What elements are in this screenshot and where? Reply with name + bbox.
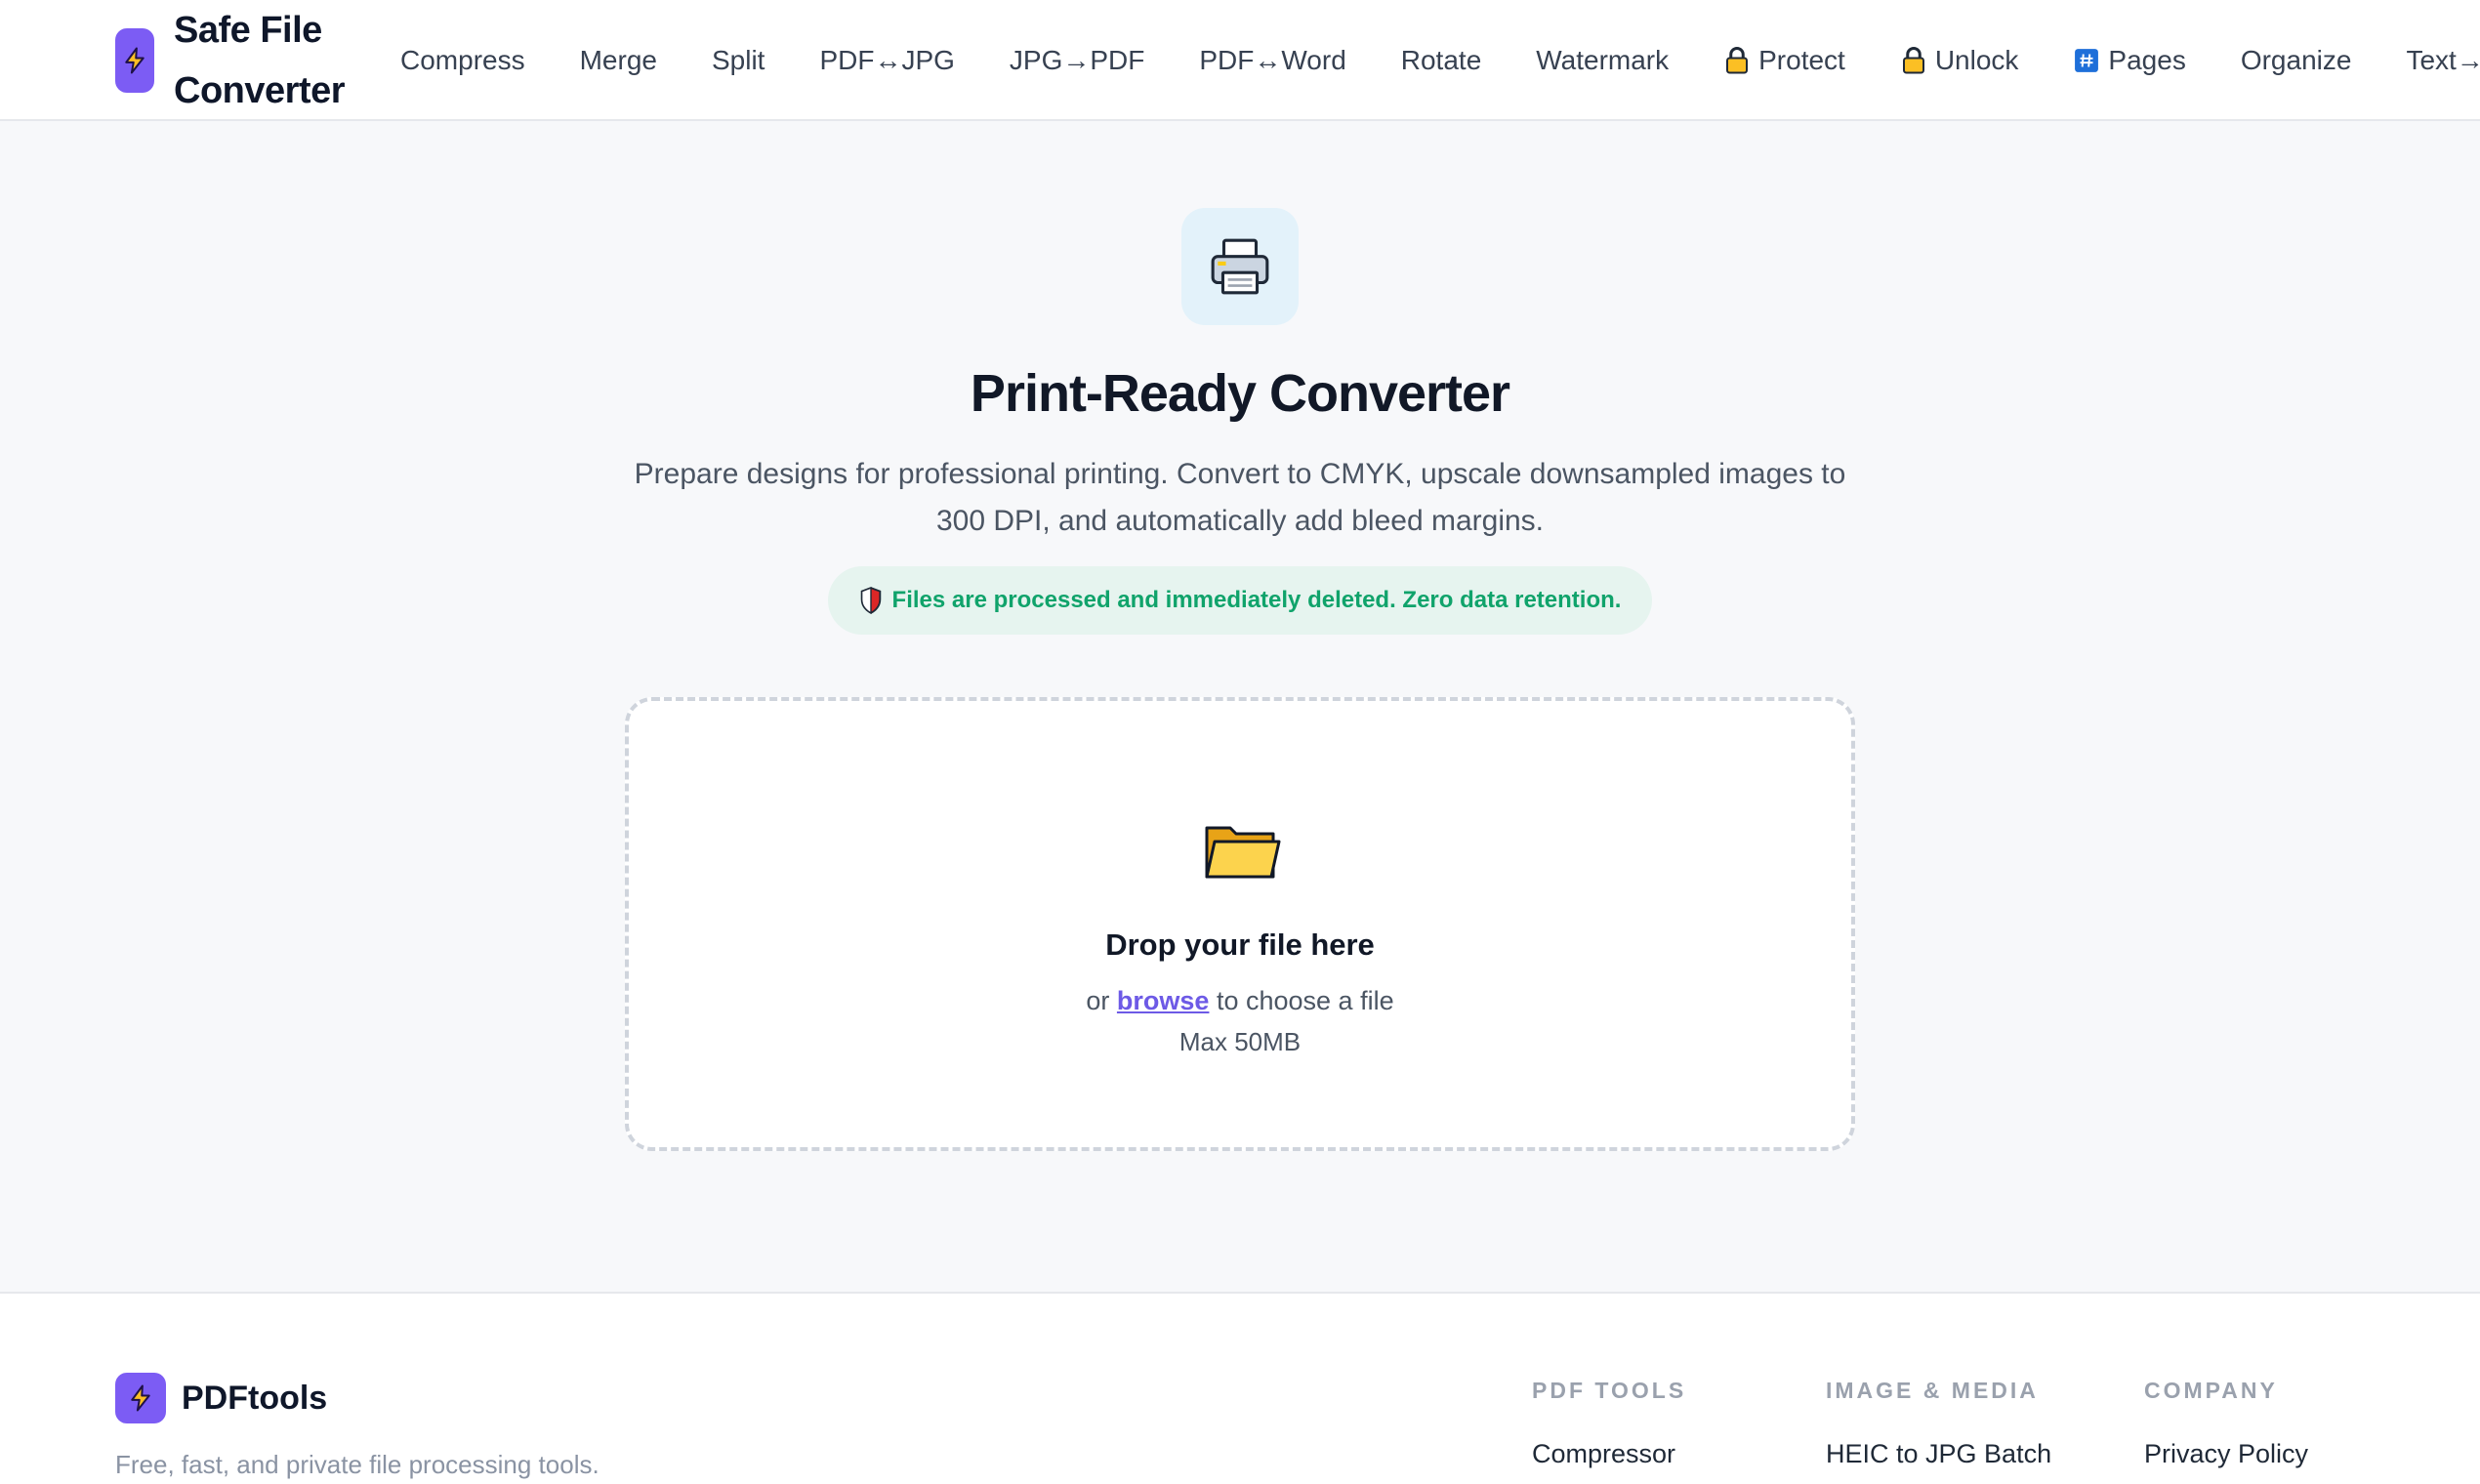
privacy-badge: Files are processed and immediately dele… <box>828 566 1652 635</box>
nav-label: PDF↔Word <box>1199 45 1346 75</box>
nav-rotate[interactable]: Rotate <box>1401 45 1482 76</box>
nav-label: Protect <box>1758 45 1845 75</box>
privacy-text: Files are processed and immediately dele… <box>891 587 1622 613</box>
footer-tagline: Free, fast, and private file processing … <box>115 1450 599 1479</box>
nav-split[interactable]: Split <box>712 45 765 76</box>
dropzone-prefix: or <box>1086 986 1110 1015</box>
nav-label: Merge <box>579 45 657 75</box>
footer-link-compressor[interactable]: Compressor <box>1532 1439 1686 1469</box>
nav-watermark[interactable]: Watermark <box>1536 45 1669 76</box>
dropzone-suffix: to choose a file <box>1216 986 1394 1015</box>
nav-pdf-jpg[interactable]: PDF↔JPG <box>819 45 954 76</box>
brand[interactable]: Safe File Converter <box>115 0 369 119</box>
lightning-bolt-icon <box>115 28 154 93</box>
footer-col-title: IMAGE & MEDIA <box>1826 1378 2039 1403</box>
file-dropzone[interactable]: Drop your file here or browse to choose … <box>625 697 1855 1151</box>
lock-icon <box>1723 46 1751 75</box>
lightning-bolt-icon <box>115 1373 166 1423</box>
folder-icon <box>1205 826 1281 879</box>
footer-col-title: PDF TOOLS <box>1532 1378 1687 1403</box>
footer: PDFtools Free, fast, and private file pr… <box>0 1292 2480 1484</box>
nav-text-pdf[interactable]: Text→PDF <box>2406 45 2480 76</box>
top-navbar: Safe File Converter Compress Merge Split… <box>0 0 2480 121</box>
nav-label: Split <box>711 45 765 75</box>
nav-label: PDF↔JPG <box>819 45 955 75</box>
nav-label: Compress <box>400 45 525 75</box>
shield-icon <box>860 587 881 614</box>
dropzone-title: Drop your file here <box>1105 928 1375 962</box>
nav-label: Unlock <box>1934 45 2019 75</box>
max-file-size: Max 50MB <box>1178 1027 1302 1056</box>
footer-col-image-media: IMAGE & MEDIA HEIC to JPG Batch <box>1826 1378 2051 1469</box>
nav-pdf-word[interactable]: PDF↔Word <box>1199 45 1345 76</box>
nav-label: Organize <box>2240 45 2352 75</box>
footer-col-company: COMPANY Privacy Policy <box>2144 1378 2308 1469</box>
nav-label: Watermark <box>1536 45 1670 75</box>
lock-icon <box>1900 46 1927 75</box>
nav-pages[interactable]: Pages <box>2073 45 2186 76</box>
nav-protect[interactable]: Protect <box>1723 45 1845 76</box>
printer-icon <box>1181 208 1299 325</box>
page-title: Print-Ready Converter <box>970 364 1510 423</box>
nav-jpg-pdf[interactable]: JPG→PDF <box>1010 45 1144 76</box>
footer-link-privacy-policy[interactable]: Privacy Policy <box>2144 1439 2308 1469</box>
main-nav: Compress Merge Split PDF↔JPG JPG→PDF PDF… <box>400 0 2480 119</box>
nav-unlock[interactable]: Unlock <box>1900 45 2019 76</box>
footer-brand[interactable]: PDFtools <box>115 1373 327 1423</box>
dropzone-hint: or browse to choose a file <box>629 986 1851 1016</box>
page-description: Prepare designs for professional printin… <box>634 458 1846 537</box>
footer-col-pdf-tools: PDF TOOLS Compressor <box>1532 1378 1686 1469</box>
nav-merge[interactable]: Merge <box>580 45 657 76</box>
footer-brand-name: PDFtools <box>182 1379 328 1417</box>
nav-label: Text→PDF <box>2406 45 2480 75</box>
browse-link[interactable]: browse <box>1117 986 1210 1015</box>
footer-link-heic-to-jpg[interactable]: HEIC to JPG Batch <box>1826 1439 2051 1469</box>
nav-organize[interactable]: Organize <box>2241 45 2352 76</box>
nav-label: Rotate <box>1400 45 1482 75</box>
nav-label: Pages <box>2108 45 2186 75</box>
footer-col-title: COMPANY <box>2144 1378 2278 1403</box>
nav-label: JPG→PDF <box>1009 45 1145 75</box>
hash-icon <box>2073 46 2100 75</box>
brand-name: Safe File Converter <box>174 10 346 111</box>
nav-compress[interactable]: Compress <box>400 45 525 76</box>
